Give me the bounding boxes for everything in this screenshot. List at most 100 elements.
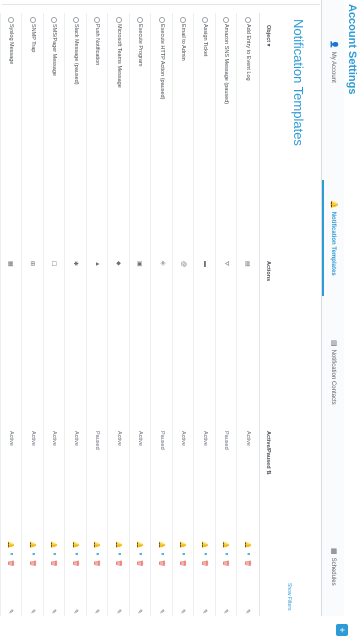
tab-schedules[interactable]: ▦ Schedules (322, 548, 344, 586)
template-name[interactable]: SNMP Trap (30, 24, 36, 52)
template-name[interactable]: Slack Message (paused) (73, 24, 79, 85)
row-select-radio[interactable] (94, 17, 101, 23)
bell-icon[interactable]: 🔔 (201, 541, 208, 548)
delete-icon[interactable]: 🗑 (201, 560, 208, 568)
row-select-radio[interactable] (245, 17, 251, 23)
pause-icon[interactable]: ⏸ (8, 552, 15, 555)
table-row[interactable]: Execute Program ▣ Active 🔔 ⏸ 🗑 ✎ (129, 13, 151, 617)
tab-notification-contacts[interactable]: ▤ Notification Contacts (322, 340, 344, 405)
row-select-radio[interactable] (137, 17, 144, 23)
column-header-object[interactable]: Object ▾ (265, 25, 271, 46)
bell-icon[interactable]: 🔔 (8, 541, 15, 548)
column-header-status[interactable]: Active/Paused ⇅ (265, 431, 271, 475)
table-row[interactable]: Execute HTTP Action (paused) ⎆ Paused 🔔 ⏸ 🗑 ✎ (150, 13, 172, 617)
delete-icon[interactable]: 🗑 (51, 560, 58, 568)
bell-icon: 🔔 (330, 200, 337, 209)
add-template-button[interactable]: + (336, 624, 348, 636)
bell-icon[interactable]: 🔔 (72, 541, 79, 548)
table-row[interactable]: Email to Admin @ Active 🔔 ⏸ 🗑 ✎ (172, 13, 194, 617)
row-select-radio[interactable] (8, 17, 15, 23)
delete-icon[interactable]: 🗑 (94, 560, 101, 568)
edit-icon[interactable]: ✎ (201, 609, 208, 614)
row-select-radio[interactable] (73, 17, 79, 23)
edit-icon[interactable]: ✎ (29, 609, 36, 614)
bell-icon[interactable]: 🔔 (115, 541, 122, 548)
delete-icon[interactable]: 🗑 (180, 560, 187, 568)
row-actions: 🔔 ⏸ 🗑 (94, 541, 101, 567)
edit-icon[interactable]: ✎ (244, 609, 251, 614)
row-select-radio[interactable] (202, 17, 208, 23)
delete-icon[interactable]: 🗑 (158, 560, 165, 568)
bell-icon[interactable]: 🔔 (94, 541, 101, 548)
row-select-radio[interactable] (180, 17, 187, 23)
pause-icon[interactable]: ⏸ (94, 552, 101, 555)
template-name[interactable]: Syslog Message (9, 24, 15, 64)
row-select-radio[interactable] (116, 17, 122, 23)
pause-icon[interactable]: ⏸ (51, 552, 58, 555)
edit-icon[interactable]: ✎ (158, 609, 165, 614)
table-row[interactable]: Microsoft Teams Message ◆ Active 🔔 ⏸ 🗑 ✎ (107, 13, 129, 617)
edit-icon[interactable]: ✎ (72, 609, 79, 614)
table-row[interactable]: Amazon SNS Message (paused) ⛛ Paused 🔔 ⏸ 🗑 ✎ (215, 13, 237, 617)
template-name[interactable]: Assign Ticket (202, 24, 208, 56)
template-name[interactable]: SMS/Pager Message (52, 24, 58, 76)
pause-icon[interactable]: ⏸ (29, 552, 36, 555)
pause-icon[interactable]: ⏸ (244, 552, 251, 555)
bell-icon[interactable]: 🔔 (137, 541, 144, 548)
bell-icon[interactable]: 🔔 (244, 541, 251, 548)
template-name[interactable]: Microsoft Teams Message (116, 24, 122, 88)
table-row[interactable]: Push Notification ▲ Paused 🔔 ⏸ 🗑 ✎ (86, 13, 108, 617)
bell-icon[interactable]: 🔔 (158, 541, 165, 548)
row-select-radio[interactable] (159, 17, 165, 23)
table-row[interactable]: Syslog Message ▦ Active 🔔 ⏸ 🗑 ✎ (0, 13, 22, 617)
table-row[interactable]: SNMP Trap ⊞ Active 🔔 ⏸ 🗑 ✎ (21, 13, 43, 617)
bell-icon[interactable]: 🔔 (29, 541, 36, 548)
pause-icon[interactable]: ⏸ (180, 552, 187, 555)
template-name[interactable]: Push Notification (95, 24, 101, 65)
table-row[interactable]: Assign Ticket ▬ Active 🔔 ⏸ 🗑 ✎ (193, 13, 215, 617)
pause-icon[interactable]: ⏸ (201, 552, 208, 555)
status-text: Active (73, 431, 79, 446)
edit-icon[interactable]: ✎ (223, 609, 230, 614)
delete-icon[interactable]: 🗑 (244, 560, 251, 568)
row-select-radio[interactable] (223, 17, 230, 23)
action-type-icon: ⊞ (29, 261, 35, 267)
template-name[interactable]: Execute HTTP Action (paused) (159, 24, 165, 99)
pause-icon[interactable]: ⏸ (223, 552, 230, 555)
delete-icon[interactable]: 🗑 (8, 560, 15, 568)
delete-icon[interactable]: 🗑 (29, 560, 36, 568)
tab-notification-templates[interactable]: 🔔 Notification Templates (322, 200, 344, 276)
action-type-icon: @ (180, 261, 187, 268)
delete-icon[interactable]: 🗑 (137, 560, 144, 568)
bell-icon[interactable]: 🔔 (51, 541, 58, 548)
template-name[interactable]: Execute Program (138, 24, 144, 67)
template-name[interactable]: Amazon SNS Message (paused) (224, 24, 230, 104)
pause-icon[interactable]: ⏸ (137, 552, 144, 555)
pause-icon[interactable]: ⏸ (72, 552, 79, 555)
table-row[interactable]: SMS/Pager Message ☐ Active 🔔 ⏸ 🗑 ✎ (43, 13, 65, 617)
action-type-icon: ✱ (72, 261, 78, 267)
row-select-radio[interactable] (51, 17, 58, 23)
pause-icon[interactable]: ⏸ (115, 552, 122, 555)
table-row[interactable]: Slack Message (paused) ✱ Active 🔔 ⏸ 🗑 ✎ (64, 13, 86, 617)
edit-icon[interactable]: ✎ (8, 609, 15, 614)
row-select-radio[interactable] (30, 17, 36, 23)
action-type-icon: ▣ (136, 261, 143, 267)
edit-icon[interactable]: ✎ (51, 609, 58, 614)
pause-icon[interactable]: ⏸ (158, 552, 165, 555)
show-filters-link[interactable]: Show Filters (286, 583, 292, 611)
bell-icon[interactable]: 🔔 (180, 541, 187, 548)
edit-icon[interactable]: ✎ (94, 609, 101, 614)
template-name[interactable]: Email to Admin (181, 24, 187, 61)
delete-icon[interactable]: 🗑 (72, 560, 79, 568)
row-actions: 🔔 ⏸ 🗑 (223, 541, 230, 567)
table-row[interactable]: Add Entry to Event Log ▤ Active 🔔 ⏸ 🗑 ✎ (236, 13, 258, 617)
edit-icon[interactable]: ✎ (137, 609, 144, 614)
edit-icon[interactable]: ✎ (115, 609, 122, 614)
template-name[interactable]: Add Entry to Event Log (245, 24, 251, 81)
delete-icon[interactable]: 🗑 (115, 560, 122, 568)
edit-icon[interactable]: ✎ (180, 609, 187, 614)
bell-icon[interactable]: 🔔 (223, 541, 230, 548)
delete-icon[interactable]: 🗑 (223, 560, 230, 568)
tab-my-account[interactable]: 👤 My Account (322, 40, 344, 83)
